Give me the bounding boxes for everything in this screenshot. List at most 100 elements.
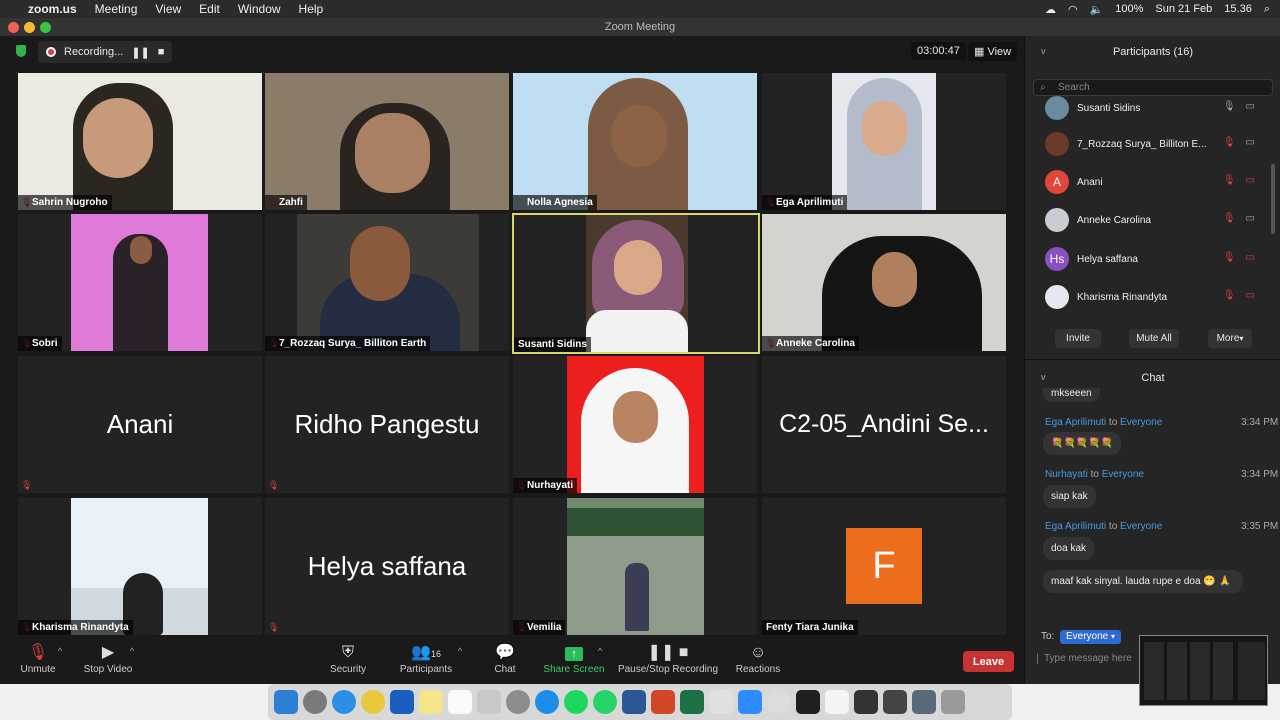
view-button[interactable]: ▦ View <box>968 42 1018 61</box>
share-screen-button[interactable]: ↑ Share Screen <box>542 642 606 675</box>
chrome-icon[interactable] <box>361 690 385 714</box>
stop-icon[interactable]: ■ <box>158 46 165 58</box>
spotify-icon[interactable] <box>564 690 588 714</box>
zoom-icon[interactable] <box>738 690 762 714</box>
mic-off-icon[interactable]: 🎙 <box>1223 213 1236 224</box>
pause-stop-recording-button[interactable]: ❚❚ ■ Pause/Stop Recording <box>616 642 720 675</box>
video-off-icon[interactable]: ▭ <box>1246 290 1255 301</box>
chat-button[interactable]: 💬 Chat <box>490 642 520 675</box>
search-icon[interactable]: ⌕ <box>1264 3 1270 16</box>
trash-icon[interactable] <box>941 690 965 714</box>
video-tile[interactable]: 🎙 Ega Aprilimuti <box>762 73 1006 210</box>
app-store-icon[interactable] <box>535 690 559 714</box>
unmute-button[interactable]: 🎙 Unmute <box>18 642 58 675</box>
window-thumbnail-icon[interactable] <box>912 690 936 714</box>
sender-name[interactable]: Ega Aprilimuti <box>1045 417 1106 428</box>
chevron-up-icon[interactable]: ^ <box>458 646 462 656</box>
clock-time[interactable]: 15.36 <box>1224 3 1252 15</box>
activity-monitor-icon[interactable] <box>796 690 820 714</box>
menu-edit[interactable]: Edit <box>199 2 220 16</box>
clock-date[interactable]: Sun 21 Feb <box>1155 3 1212 15</box>
invite-button[interactable]: Invite <box>1055 329 1101 348</box>
screenshot-icon[interactable] <box>709 690 733 714</box>
powerpoint-icon[interactable] <box>651 690 675 714</box>
more-button[interactable]: More ▾ <box>1208 329 1252 348</box>
sender-name[interactable]: Ega Aprilimuti <box>1045 521 1106 532</box>
participant-row[interactable]: Anneke Carolina 🎙 ▭ <box>1045 207 1255 233</box>
video-tile[interactable]: 🎙 Zahfi <box>265 73 509 210</box>
window-thumbnail-icon[interactable] <box>883 690 907 714</box>
mic-off-icon[interactable]: 🎙 <box>1223 290 1236 301</box>
zoom-window-button[interactable] <box>40 22 51 33</box>
video-tile[interactable]: 🎙 Nurhayati <box>513 356 757 493</box>
video-icon[interactable]: ▭ <box>1246 213 1255 224</box>
menu-help[interactable]: Help <box>299 2 324 16</box>
video-off-icon[interactable]: ▭ <box>1246 175 1255 186</box>
video-tile-off[interactable]: C2-05_Andini Se... <box>762 356 1006 493</box>
mini-screen-preview[interactable] <box>1139 635 1268 706</box>
preview-icon[interactable] <box>390 690 414 714</box>
wifi-icon[interactable]: ◠ <box>1068 3 1078 16</box>
minimize-window-button[interactable] <box>24 22 35 33</box>
video-tile[interactable]: 🎙 7_Rozzaq Surya_ Billiton Earth <box>265 214 509 351</box>
participant-row[interactable]: Hs Helya saffana 🎙 ▭ <box>1045 246 1255 272</box>
mic-icon[interactable]: 🎙 <box>1223 101 1236 112</box>
leave-button[interactable]: Leave <box>963 651 1014 672</box>
video-tile[interactable]: 🎙 Vemilia <box>513 498 757 635</box>
chevron-up-icon[interactable]: ^ <box>598 646 602 656</box>
video-tile-off[interactable]: F Fenty Tiara Junika <box>762 498 1006 635</box>
mute-all-button[interactable]: Mute All <box>1129 329 1179 348</box>
search-input[interactable]: ⌕ Search <box>1033 79 1273 96</box>
webcam-icon[interactable] <box>767 690 791 714</box>
menu-window[interactable]: Window <box>238 2 281 16</box>
settings-icon[interactable] <box>506 690 530 714</box>
shield-icon[interactable] <box>16 45 26 57</box>
video-icon[interactable]: ▭ <box>1246 137 1255 148</box>
reactions-button[interactable]: ☺ Reactions <box>734 642 782 675</box>
finder-icon[interactable] <box>274 690 298 714</box>
video-tile[interactable]: 🎙 Kharisma Rinandyta <box>18 498 262 635</box>
launchpad-icon[interactable] <box>303 690 327 714</box>
security-button[interactable]: ⛨ Security <box>328 642 368 675</box>
participants-button[interactable]: 👥16 Participants <box>396 642 456 675</box>
mic-off-icon[interactable]: 🎙 <box>1223 175 1236 186</box>
whatsapp-icon[interactable] <box>593 690 617 714</box>
mic-off-icon[interactable]: 🎙 <box>1223 137 1236 148</box>
video-tile[interactable]: Nolla Agnesia <box>513 73 757 210</box>
menu-meeting[interactable]: Meeting <box>95 2 138 16</box>
excel-icon[interactable] <box>680 690 704 714</box>
word-icon[interactable] <box>622 690 646 714</box>
window-thumbnail-icon[interactable] <box>854 690 878 714</box>
volume-icon[interactable]: 🔈 <box>1090 3 1104 16</box>
recipient-select[interactable]: Everyone ▾ <box>1060 630 1122 644</box>
video-tile[interactable]: 🎙 Anneke Carolina <box>762 214 1006 351</box>
scrollbar[interactable] <box>1271 164 1275 234</box>
safari-icon[interactable] <box>332 690 356 714</box>
menu-app[interactable]: zoom.us <box>28 2 77 16</box>
chevron-up-icon[interactable]: ^ <box>130 646 134 656</box>
chevron-up-icon[interactable]: ^ <box>58 646 62 656</box>
cloud-icon[interactable]: ☁ <box>1045 3 1056 16</box>
participant-row[interactable]: Kharisma Rinandyta 🎙 ▭ <box>1045 284 1255 310</box>
sender-name[interactable]: Nurhayati <box>1045 469 1088 480</box>
video-tile-off[interactable]: Ridho Pangestu 🎙 <box>265 356 509 493</box>
calendar-icon[interactable] <box>448 690 472 714</box>
stop-video-button[interactable]: ▶ Stop Video <box>80 642 136 675</box>
participant-row[interactable]: 7_Rozzaq Surya_ Billiton E... 🎙 ▭ <box>1045 131 1255 157</box>
participant-row[interactable]: A Anani 🎙 ▭ <box>1045 169 1255 195</box>
participant-row[interactable]: Susanti Sidins 🎙 ▭ <box>1045 95 1255 121</box>
recording-indicator[interactable]: Recording... ❚❚ ■ <box>38 41 173 63</box>
pause-icon[interactable]: ❚❚ <box>131 46 149 59</box>
video-tile-active-speaker[interactable]: Susanti Sidins <box>512 213 760 354</box>
video-icon[interactable]: ▭ <box>1246 101 1255 112</box>
notes-icon[interactable] <box>419 690 443 714</box>
video-tile-off[interactable]: Anani 🎙 <box>18 356 262 493</box>
video-tile-off[interactable]: Helya saffana 🎙 <box>265 498 509 635</box>
mic-off-icon[interactable]: 🎙 <box>1223 252 1236 263</box>
close-window-button[interactable] <box>8 22 19 33</box>
menu-view[interactable]: View <box>155 2 181 16</box>
video-tile[interactable]: 🎙 Sobri <box>18 214 262 351</box>
video-off-icon[interactable]: ▭ <box>1246 252 1255 263</box>
video-tile[interactable]: 🎙 Sahrin Nugroho <box>18 73 262 210</box>
photos-icon[interactable] <box>477 690 501 714</box>
